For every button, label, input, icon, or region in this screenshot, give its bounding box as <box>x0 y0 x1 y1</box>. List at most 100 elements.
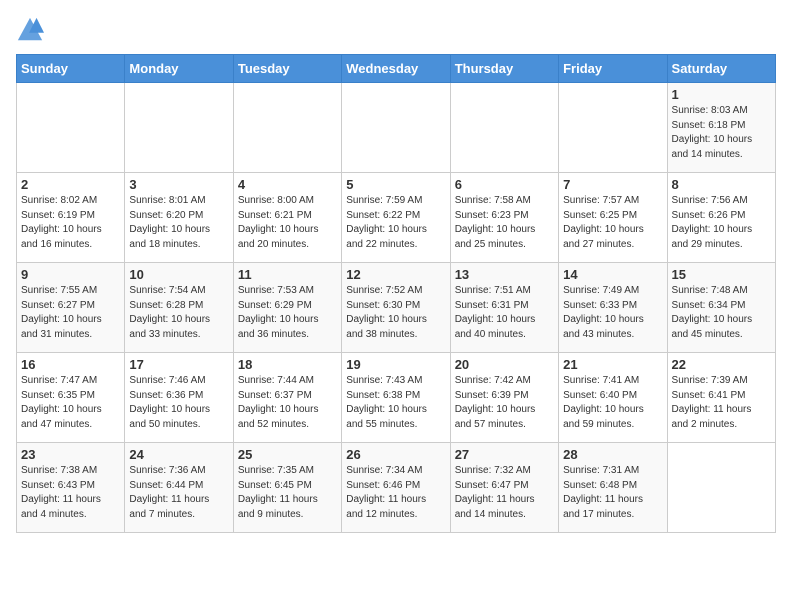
day-info: Sunrise: 7:36 AM Sunset: 6:44 PM Dayligh… <box>129 464 228 522</box>
calendar-cell <box>125 83 233 173</box>
day-number: 5 <box>346 177 445 192</box>
calendar-table: SundayMondayTuesdayWednesdayThursdayFrid… <box>16 54 776 533</box>
calendar-week-row: 23 Sunrise: 7:38 AM Sunset: 6:43 PM Dayli… <box>17 443 776 533</box>
calendar-week-row: 16Sunrise: 7:47 AM Sunset: 6:35 PM Dayli… <box>17 353 776 443</box>
calendar-week-row: 1 Sunrise: 8:03 AM Sunset: 6:18 PM Daylig… <box>17 83 776 173</box>
calendar-cell: 11Sunrise: 7:53 AM Sunset: 6:29 PM Dayli… <box>233 263 341 353</box>
calendar-cell <box>559 83 667 173</box>
weekday-header-cell: Sunday <box>17 55 125 83</box>
day-info: Sunrise: 7:34 AM Sunset: 6:46 PM Dayligh… <box>346 464 445 522</box>
calendar-cell: 21 Sunrise: 7:41 AM Sunset: 6:40 PM Dayli… <box>559 353 667 443</box>
day-number: 4 <box>238 177 337 192</box>
calendar-cell: 9 Sunrise: 7:55 AM Sunset: 6:27 PM Daylig… <box>17 263 125 353</box>
logo <box>16 16 48 44</box>
calendar-cell <box>342 83 450 173</box>
day-number: 18 <box>238 357 337 372</box>
day-info: Sunrise: 7:57 AM Sunset: 6:25 PM Dayligh… <box>563 194 662 252</box>
calendar-cell: 16Sunrise: 7:47 AM Sunset: 6:35 PM Dayli… <box>17 353 125 443</box>
day-number: 20 <box>455 357 554 372</box>
calendar-cell: 1 Sunrise: 8:03 AM Sunset: 6:18 PM Daylig… <box>667 83 775 173</box>
day-number: 27 <box>455 447 554 462</box>
day-info: Sunrise: 8:00 AM Sunset: 6:21 PM Dayligh… <box>238 194 337 252</box>
day-info: Sunrise: 7:47 AM Sunset: 6:35 PM Dayligh… <box>21 374 120 432</box>
day-info: Sunrise: 7:52 AM Sunset: 6:30 PM Dayligh… <box>346 284 445 342</box>
calendar-cell: 27 Sunrise: 7:32 AM Sunset: 6:47 PM Dayli… <box>450 443 558 533</box>
day-info: Sunrise: 7:55 AM Sunset: 6:27 PM Dayligh… <box>21 284 120 342</box>
calendar-cell <box>17 83 125 173</box>
day-number: 13 <box>455 267 554 282</box>
weekday-header-row: SundayMondayTuesdayWednesdayThursdayFrid… <box>17 55 776 83</box>
day-info: Sunrise: 7:56 AM Sunset: 6:26 PM Dayligh… <box>672 194 771 252</box>
day-number: 15 <box>672 267 771 282</box>
page-header <box>16 16 776 44</box>
calendar-cell: 6 Sunrise: 7:58 AM Sunset: 6:23 PM Daylig… <box>450 173 558 263</box>
calendar-cell: 3 Sunrise: 8:01 AM Sunset: 6:20 PM Daylig… <box>125 173 233 263</box>
day-number: 28 <box>563 447 662 462</box>
calendar-cell: 10 Sunrise: 7:54 AM Sunset: 6:28 PM Dayli… <box>125 263 233 353</box>
weekday-header-cell: Tuesday <box>233 55 341 83</box>
calendar-cell <box>450 83 558 173</box>
day-number: 3 <box>129 177 228 192</box>
calendar-cell: 4 Sunrise: 8:00 AM Sunset: 6:21 PM Daylig… <box>233 173 341 263</box>
day-number: 6 <box>455 177 554 192</box>
calendar-cell: 7 Sunrise: 7:57 AM Sunset: 6:25 PM Daylig… <box>559 173 667 263</box>
day-info: Sunrise: 7:42 AM Sunset: 6:39 PM Dayligh… <box>455 374 554 432</box>
calendar-cell: 12 Sunrise: 7:52 AM Sunset: 6:30 PM Dayli… <box>342 263 450 353</box>
day-info: Sunrise: 7:49 AM Sunset: 6:33 PM Dayligh… <box>563 284 662 342</box>
calendar-cell: 5 Sunrise: 7:59 AM Sunset: 6:22 PM Daylig… <box>342 173 450 263</box>
day-number: 7 <box>563 177 662 192</box>
day-info: Sunrise: 7:58 AM Sunset: 6:23 PM Dayligh… <box>455 194 554 252</box>
day-info: Sunrise: 7:38 AM Sunset: 6:43 PM Dayligh… <box>21 464 120 522</box>
day-number: 11 <box>238 267 337 282</box>
day-number: 26 <box>346 447 445 462</box>
calendar-cell: 20 Sunrise: 7:42 AM Sunset: 6:39 PM Dayli… <box>450 353 558 443</box>
calendar-cell: 18 Sunrise: 7:44 AM Sunset: 6:37 PM Dayli… <box>233 353 341 443</box>
calendar-cell: 23 Sunrise: 7:38 AM Sunset: 6:43 PM Dayli… <box>17 443 125 533</box>
day-info: Sunrise: 8:03 AM Sunset: 6:18 PM Dayligh… <box>672 104 771 162</box>
day-info: Sunrise: 7:48 AM Sunset: 6:34 PM Dayligh… <box>672 284 771 342</box>
calendar-cell: 19 Sunrise: 7:43 AM Sunset: 6:38 PM Dayli… <box>342 353 450 443</box>
day-number: 10 <box>129 267 228 282</box>
calendar-cell: 13Sunrise: 7:51 AM Sunset: 6:31 PM Dayli… <box>450 263 558 353</box>
day-number: 1 <box>672 87 771 102</box>
weekday-header-cell: Saturday <box>667 55 775 83</box>
day-number: 8 <box>672 177 771 192</box>
day-number: 14 <box>563 267 662 282</box>
day-number: 17 <box>129 357 228 372</box>
day-number: 2 <box>21 177 120 192</box>
day-number: 24 <box>129 447 228 462</box>
day-number: 25 <box>238 447 337 462</box>
day-number: 22 <box>672 357 771 372</box>
calendar-cell <box>233 83 341 173</box>
day-info: Sunrise: 7:41 AM Sunset: 6:40 PM Dayligh… <box>563 374 662 432</box>
calendar-cell: 8 Sunrise: 7:56 AM Sunset: 6:26 PM Daylig… <box>667 173 775 263</box>
calendar-cell: 2 Sunrise: 8:02 AM Sunset: 6:19 PM Daylig… <box>17 173 125 263</box>
calendar-cell: 15 Sunrise: 7:48 AM Sunset: 6:34 PM Dayli… <box>667 263 775 353</box>
weekday-header-cell: Friday <box>559 55 667 83</box>
calendar-cell <box>667 443 775 533</box>
day-info: Sunrise: 7:43 AM Sunset: 6:38 PM Dayligh… <box>346 374 445 432</box>
day-info: Sunrise: 7:44 AM Sunset: 6:37 PM Dayligh… <box>238 374 337 432</box>
day-info: Sunrise: 7:32 AM Sunset: 6:47 PM Dayligh… <box>455 464 554 522</box>
weekday-header-cell: Thursday <box>450 55 558 83</box>
day-number: 21 <box>563 357 662 372</box>
day-info: Sunrise: 7:54 AM Sunset: 6:28 PM Dayligh… <box>129 284 228 342</box>
day-number: 23 <box>21 447 120 462</box>
day-info: Sunrise: 8:01 AM Sunset: 6:20 PM Dayligh… <box>129 194 228 252</box>
day-number: 12 <box>346 267 445 282</box>
calendar-cell: 25Sunrise: 7:35 AM Sunset: 6:45 PM Dayli… <box>233 443 341 533</box>
day-info: Sunrise: 8:02 AM Sunset: 6:19 PM Dayligh… <box>21 194 120 252</box>
day-number: 19 <box>346 357 445 372</box>
calendar-cell: 26 Sunrise: 7:34 AM Sunset: 6:46 PM Dayli… <box>342 443 450 533</box>
day-info: Sunrise: 7:59 AM Sunset: 6:22 PM Dayligh… <box>346 194 445 252</box>
day-info: Sunrise: 7:31 AM Sunset: 6:48 PM Dayligh… <box>563 464 662 522</box>
day-number: 9 <box>21 267 120 282</box>
logo-icon <box>16 16 44 44</box>
day-info: Sunrise: 7:46 AM Sunset: 6:36 PM Dayligh… <box>129 374 228 432</box>
calendar-week-row: 9 Sunrise: 7:55 AM Sunset: 6:27 PM Daylig… <box>17 263 776 353</box>
day-info: Sunrise: 7:39 AM Sunset: 6:41 PM Dayligh… <box>672 374 771 432</box>
calendar-cell: 28 Sunrise: 7:31 AM Sunset: 6:48 PM Dayli… <box>559 443 667 533</box>
calendar-cell: 17 Sunrise: 7:46 AM Sunset: 6:36 PM Dayli… <box>125 353 233 443</box>
weekday-header-cell: Wednesday <box>342 55 450 83</box>
weekday-header-cell: Monday <box>125 55 233 83</box>
